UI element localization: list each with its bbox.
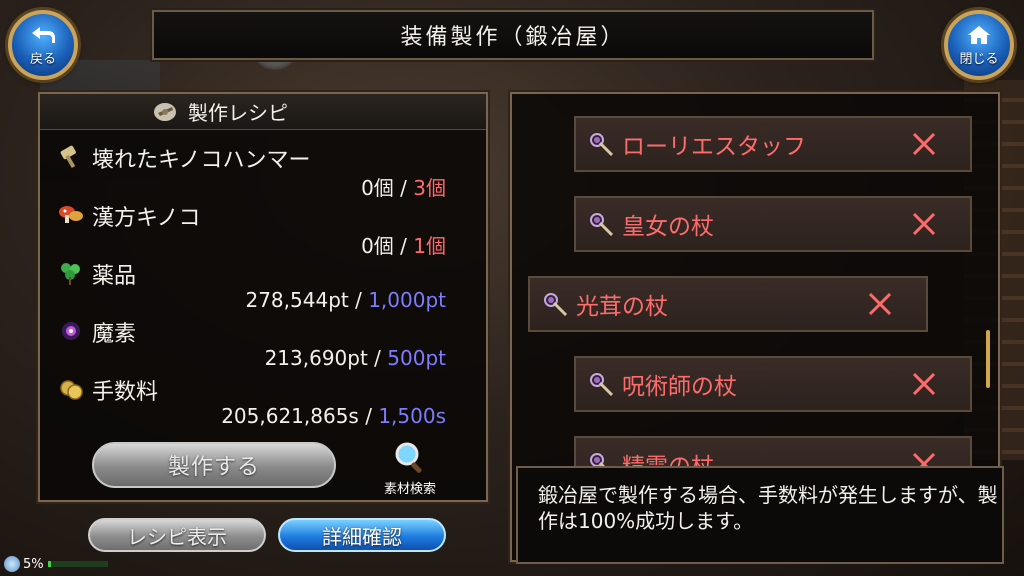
progress-bar [47, 561, 108, 567]
magnifier-icon [395, 442, 422, 473]
material-qty: 205,621,865s / 1,500s [221, 404, 446, 428]
material-row: 漢方キノコ 0個 / 1個 [40, 198, 486, 258]
item-name: 皇女の杖 [622, 214, 714, 240]
recipe-panel: 製作レシピ 壊れたキノコハンマー 0個 / 3個 漢方キノコ 0個 / 1個 薬… [36, 90, 490, 504]
hammer-icon [60, 145, 76, 169]
back-arrow-icon [32, 26, 55, 43]
material-name: 薬品 [92, 264, 137, 289]
magic-orb-icon [62, 322, 80, 340]
material-name: 魔素 [92, 322, 137, 347]
status-percent: 5% [23, 556, 44, 572]
detail-check-button[interactable]: 詳細確認 [278, 518, 446, 552]
material-name: 手数料 [92, 380, 159, 405]
list-item[interactable]: 呪術師の杖 [574, 356, 972, 412]
staff-icon [590, 373, 614, 397]
material-qty: 0個 / 3個 [361, 176, 446, 200]
list-item-selected[interactable]: 光茸の杖 [528, 276, 928, 332]
material-search-label: 素材検索 [383, 482, 436, 497]
coin-icon [60, 380, 83, 400]
cross-icon [912, 372, 936, 396]
material-name: 漢方キノコ [92, 206, 201, 231]
staff-icon [544, 293, 568, 317]
recipe-header: 製作レシピ [40, 94, 486, 130]
material-qty: 0個 / 1個 [361, 234, 446, 258]
material-search-button[interactable]: 素材検索 [370, 440, 450, 500]
material-row: 壊れたキノコハンマー 0個 / 3個 [40, 140, 486, 200]
cross-icon [912, 212, 936, 236]
list-scrollbar[interactable] [986, 330, 990, 388]
herb-icon [61, 263, 80, 285]
status-indicator: 5% [4, 556, 108, 572]
cross-icon [868, 292, 892, 316]
loading-icon [4, 556, 20, 572]
item-name: 光茸の杖 [576, 294, 668, 320]
progress-fill [47, 561, 51, 567]
page-title: 装備製作（鍛冶屋） [400, 25, 626, 50]
material-row: 魔素 213,690pt / 500pt [40, 314, 486, 370]
craft-button-label: 製作する [167, 455, 260, 480]
back-button[interactable]: 戻る [8, 10, 78, 80]
recipe-view-label: レシピ表示 [127, 524, 227, 549]
home-icon [968, 25, 990, 44]
staff-icon [590, 133, 614, 157]
info-box: 鍛冶屋で製作する場合、手数料が発生しますが、製作は100%成功します。 [516, 466, 1004, 564]
staff-icon [590, 213, 614, 237]
detail-check-label: 詳細確認 [322, 524, 402, 549]
material-qty: 213,690pt / 500pt [264, 346, 446, 370]
list-item[interactable]: ローリエスタッフ [574, 116, 972, 172]
recipe-title: 製作レシピ [188, 101, 288, 125]
material-name: 壊れたキノコハンマー [92, 148, 311, 173]
cross-icon [912, 132, 936, 156]
close-label: 閉じる [959, 51, 999, 67]
anvil-icon [154, 102, 176, 121]
item-name: ローリエスタッフ [622, 134, 806, 160]
craft-button[interactable]: 製作する [92, 442, 336, 488]
material-row: 手数料 205,621,865s / 1,500s [40, 372, 486, 428]
item-name: 呪術師の杖 [622, 374, 737, 400]
mushroom-icon [59, 206, 83, 223]
recipe-view-button[interactable]: レシピ表示 [88, 518, 266, 552]
list-item[interactable]: 皇女の杖 [574, 196, 972, 252]
back-label: 戻る [29, 51, 56, 67]
material-row: 薬品 278,544pt / 1,000pt [40, 256, 486, 312]
info-text: 鍛冶屋で製作する場合、手数料が発生しますが、製作は100%成功します。 [538, 483, 998, 533]
title-bar: 装備製作（鍛冶屋） [150, 8, 876, 62]
material-qty: 278,544pt / 1,000pt [245, 288, 446, 312]
close-button[interactable]: 閉じる [944, 10, 1014, 80]
